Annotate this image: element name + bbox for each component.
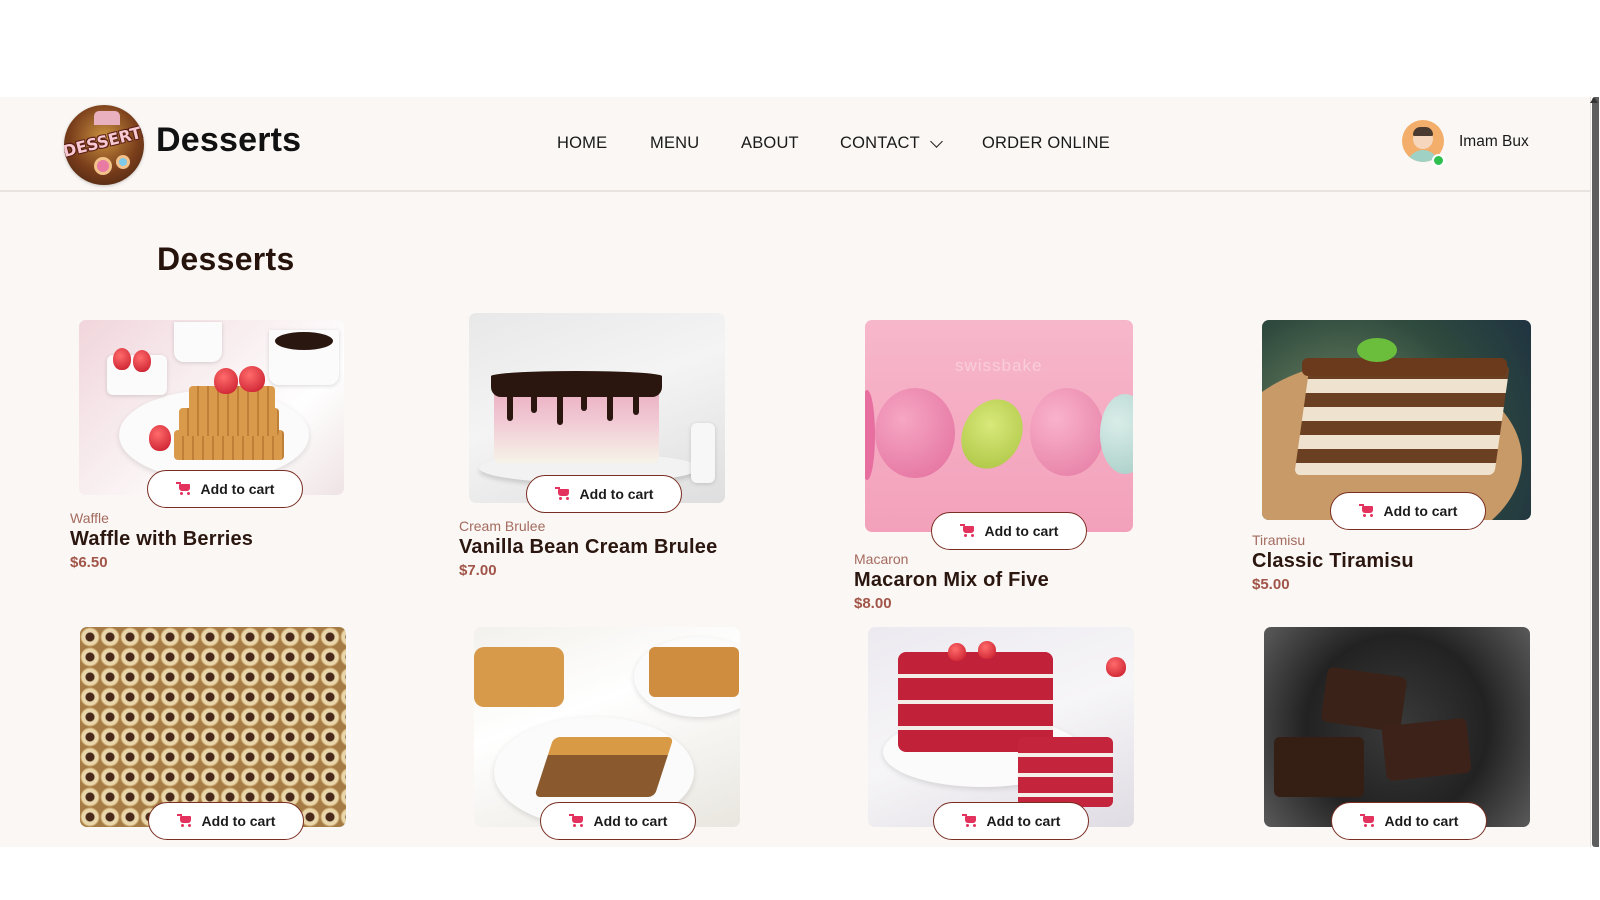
strawberry-shape — [133, 350, 151, 372]
cake-slice-shape — [1018, 737, 1113, 807]
site-header: DESSERTS Desserts HOME MENU ABOUT CONTAC… — [0, 97, 1590, 192]
cart-icon — [1359, 813, 1376, 827]
add-to-cart-button[interactable]: Add to cart — [1330, 492, 1486, 530]
add-to-cart-button[interactable]: Add to cart — [147, 470, 303, 508]
add-to-cart-button[interactable]: Add to cart — [148, 802, 304, 840]
product-image[interactable] — [1264, 627, 1530, 827]
cart-icon — [1358, 503, 1375, 517]
nav-order-online[interactable]: ORDER ONLINE — [982, 128, 1110, 158]
product-image[interactable]: swissbake — [865, 320, 1133, 532]
nav-contact[interactable]: CONTACT — [840, 128, 943, 158]
brownie-shape — [1320, 666, 1408, 733]
chevron-down-icon — [930, 135, 943, 148]
product-image[interactable] — [79, 320, 344, 495]
cocoa-top-shape — [1302, 358, 1507, 376]
product-image[interactable] — [868, 627, 1134, 827]
add-to-cart-label: Add to cart — [1384, 813, 1459, 829]
chocolate-drip-shape — [531, 391, 537, 413]
strawberry-shape — [239, 366, 265, 392]
nav-about[interactable]: ABOUT — [741, 128, 799, 158]
add-to-cart-button[interactable]: Add to cart — [931, 512, 1087, 550]
image-watermark: swissbake — [955, 356, 1043, 375]
add-to-cart-button[interactable]: Add to cart — [526, 475, 682, 513]
raspberry-shape — [948, 643, 966, 661]
scroll-up-arrow-icon[interactable] — [1590, 97, 1598, 103]
nav-menu[interactable]: MENU — [650, 128, 699, 158]
product-name[interactable]: Waffle with Berries — [70, 528, 253, 551]
milk-bottle-shape — [691, 423, 715, 483]
add-to-cart-button[interactable]: Add to cart — [933, 802, 1089, 840]
cart-icon — [959, 523, 976, 537]
pie-shape — [474, 647, 564, 707]
add-to-cart-button[interactable]: Add to cart — [1331, 802, 1487, 840]
add-to-cart-label: Add to cart — [593, 813, 668, 829]
pie-slice-shape — [649, 647, 739, 697]
product-price: $6.50 — [70, 554, 108, 571]
add-to-cart-button[interactable]: Add to cart — [540, 802, 696, 840]
macaron-shape — [1100, 394, 1133, 474]
page-title: Desserts — [157, 241, 295, 277]
cup-shape — [174, 322, 222, 362]
product-image[interactable] — [474, 627, 740, 827]
brownie-shape — [1274, 737, 1364, 797]
cart-icon — [961, 813, 978, 827]
logo-cake-shape — [94, 111, 120, 125]
macaron-shape — [1030, 388, 1104, 476]
product-image[interactable] — [1262, 320, 1531, 520]
brownie-shape — [1381, 717, 1472, 782]
product-image[interactable] — [80, 627, 346, 827]
macaron-shape — [865, 390, 875, 480]
product-name[interactable]: Macaron Mix of Five — [854, 569, 1049, 592]
pie-slice-shape — [534, 737, 674, 797]
product-category: Macaron — [854, 551, 909, 567]
online-status-icon — [1432, 154, 1445, 167]
user-name[interactable]: Imam Bux — [1459, 132, 1529, 152]
page-viewport: DESSERTS Desserts HOME MENU ABOUT CONTAC… — [0, 97, 1590, 847]
waffle-shape — [179, 408, 279, 436]
strawberry-shape — [214, 368, 238, 394]
add-to-cart-label: Add to cart — [201, 813, 276, 829]
coffee-shape — [275, 332, 333, 350]
nav-home[interactable]: HOME — [557, 128, 607, 158]
main-nav: HOME MENU ABOUT CONTACT ORDER ONLINE — [0, 128, 1590, 158]
add-to-cart-label: Add to cart — [1383, 503, 1458, 519]
tiramisu-shape — [1294, 365, 1510, 475]
raspberry-shape — [1106, 657, 1126, 677]
strawberry-shape — [113, 348, 131, 370]
nav-contact-label: CONTACT — [840, 134, 920, 152]
cart-icon — [175, 481, 192, 495]
product-price: $5.00 — [1252, 576, 1290, 593]
chocolate-drip-shape — [633, 391, 639, 415]
product-category: Tiramisu — [1252, 532, 1306, 548]
product-category: Waffle — [70, 510, 109, 526]
add-to-cart-label: Add to cart — [986, 813, 1061, 829]
add-to-cart-label: Add to cart — [984, 523, 1059, 539]
strawberry-shape — [149, 425, 171, 451]
chocolate-drip-shape — [581, 391, 587, 411]
raspberry-shape — [978, 641, 996, 659]
cart-icon — [176, 813, 193, 827]
vertical-scrollbar[interactable] — [1590, 97, 1600, 847]
macaron-shape — [949, 388, 1035, 480]
product-price: $8.00 — [854, 595, 892, 612]
product-price: $7.00 — [459, 562, 497, 579]
product-name[interactable]: Classic Tiramisu — [1252, 550, 1414, 573]
macaron-shape — [875, 388, 955, 478]
cart-icon — [568, 813, 585, 827]
cart-icon — [554, 486, 571, 500]
avatar-hair-shape — [1413, 127, 1433, 136]
chocolate-drip-shape — [507, 391, 513, 421]
product-name[interactable]: Vanilla Bean Cream Brulee — [459, 536, 717, 559]
product-category: Cream Brulee — [459, 518, 546, 534]
mint-leaf-shape — [1357, 338, 1397, 362]
chocolate-drip-shape — [557, 391, 563, 425]
chocolate-drip-shape — [607, 391, 613, 421]
add-to-cart-label: Add to cart — [579, 486, 654, 502]
logo-donut-shape — [94, 157, 112, 175]
add-to-cart-label: Add to cart — [200, 481, 275, 497]
